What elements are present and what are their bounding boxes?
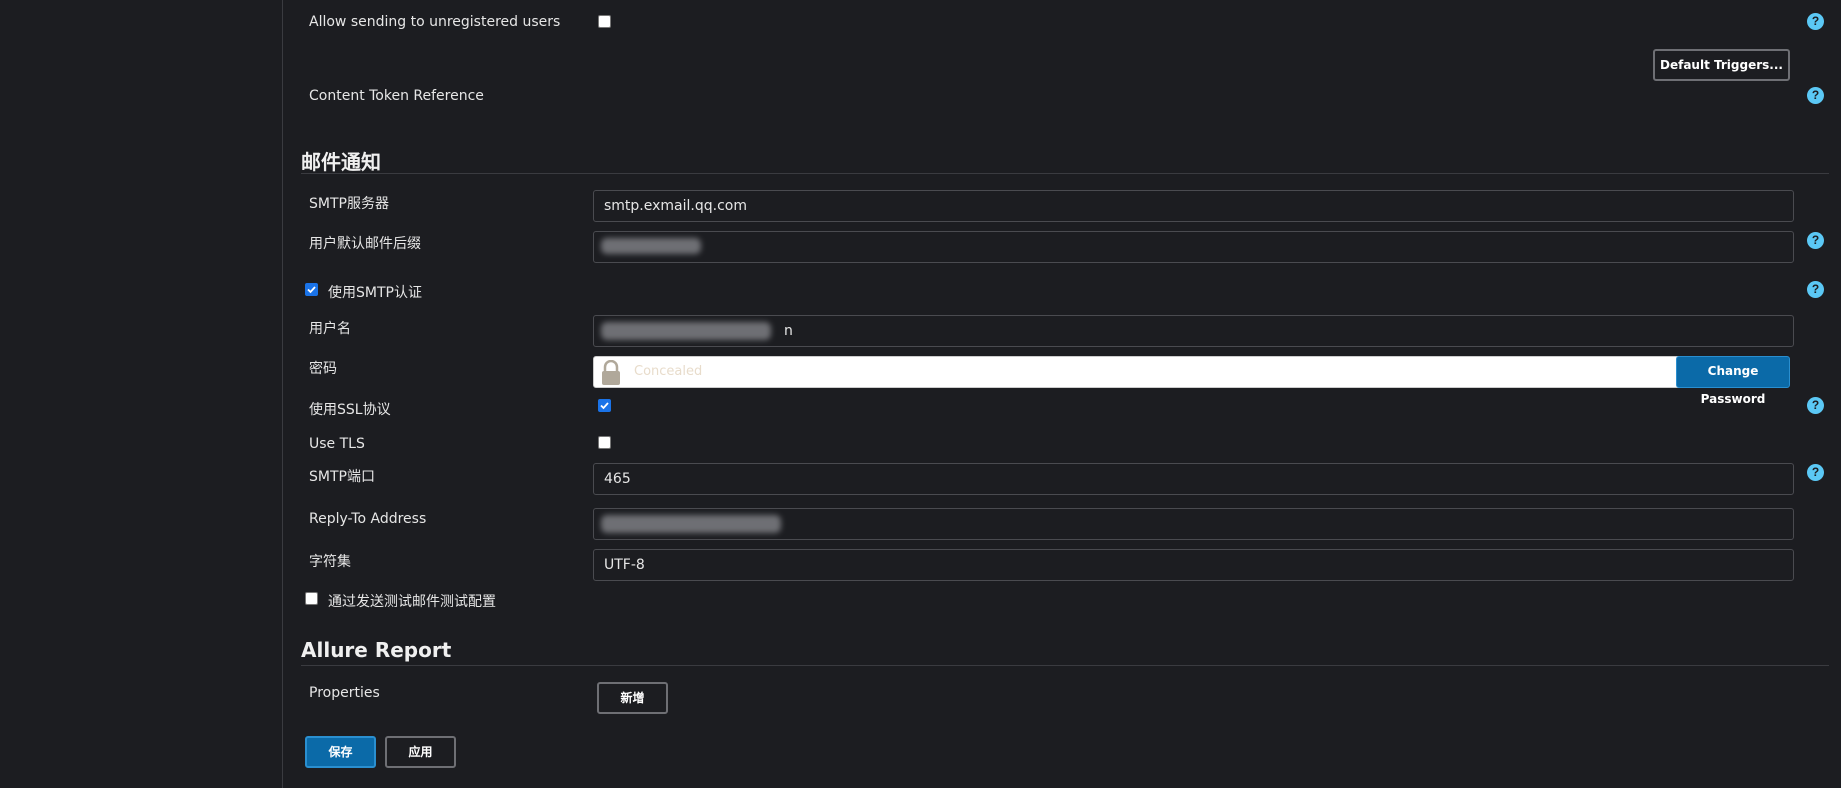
test-config-label: 通过发送测试邮件测试配置: [328, 594, 496, 610]
username-label: 用户名: [309, 321, 351, 337]
use-smtp-auth-label: 使用SMTP认证: [328, 285, 422, 301]
section-title-allure: Allure Report: [301, 638, 452, 662]
section-divider: [301, 665, 1829, 666]
redacted-blur: [601, 515, 781, 533]
change-password-button[interactable]: Change Password: [1676, 356, 1790, 406]
help-icon[interactable]: ?: [1807, 397, 1824, 414]
password-label: 密码: [309, 361, 337, 377]
lock-icon: [602, 360, 620, 385]
help-icon[interactable]: ?: [1807, 281, 1824, 298]
default-suffix-input[interactable]: [593, 231, 1794, 263]
username-input[interactable]: [593, 315, 1794, 347]
redacted-blur: [601, 322, 771, 340]
use-tls-checkbox[interactable]: [598, 436, 611, 449]
redacted-blur: [601, 238, 701, 254]
section-divider: [301, 173, 1829, 174]
help-icon[interactable]: ?: [1807, 464, 1824, 481]
use-tls-label: Use TLS: [309, 436, 365, 452]
config-form: Allow sending to unregistered users ? De…: [283, 0, 1841, 788]
allow-unregistered-label: Allow sending to unregistered users: [309, 14, 561, 30]
add-property-button[interactable]: 新增: [597, 682, 668, 714]
help-icon[interactable]: ?: [1807, 13, 1824, 30]
test-config-checkbox[interactable]: [305, 592, 318, 605]
charset-label: 字符集: [309, 554, 351, 570]
checkmark-icon: [307, 286, 316, 294]
apply-button[interactable]: 应用: [385, 736, 456, 768]
content-token-label: Content Token Reference: [309, 88, 484, 104]
use-ssl-checkbox[interactable]: [598, 399, 611, 412]
use-ssl-label: 使用SSL协议: [309, 402, 391, 418]
smtp-server-input[interactable]: [593, 190, 1794, 222]
smtp-server-label: SMTP服务器: [309, 196, 389, 212]
properties-label: Properties: [309, 685, 380, 701]
smtp-port-label: SMTP端口: [309, 469, 375, 485]
checkmark-icon: [600, 402, 609, 410]
left-sidebar: [0, 0, 283, 788]
password-placeholder: Concealed: [634, 364, 703, 379]
help-icon[interactable]: ?: [1807, 87, 1824, 104]
reply-to-label: Reply-To Address: [309, 511, 427, 527]
charset-input[interactable]: [593, 549, 1794, 581]
save-button[interactable]: 保存: [305, 736, 376, 768]
section-title-mail-notification: 邮件通知: [301, 150, 381, 174]
default-suffix-label: 用户默认邮件后缀: [309, 236, 421, 252]
use-smtp-auth-checkbox[interactable]: [305, 283, 318, 296]
password-field[interactable]: Concealed: [593, 356, 1690, 388]
allow-unregistered-checkbox[interactable]: [598, 15, 611, 28]
default-triggers-button[interactable]: Default Triggers...: [1653, 49, 1790, 81]
smtp-port-input[interactable]: [593, 463, 1794, 495]
help-icon[interactable]: ?: [1807, 232, 1824, 249]
